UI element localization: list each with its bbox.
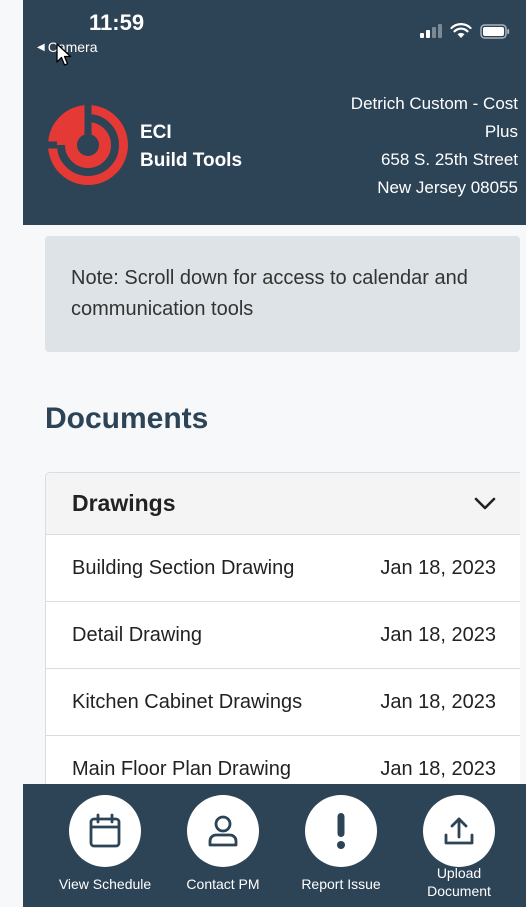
document-row[interactable]: Kitchen Cabinet Drawings Jan 18, 2023 (46, 669, 520, 736)
address-line1: Detrich Custom - Cost (350, 94, 518, 113)
document-date: Jan 18, 2023 (380, 757, 496, 780)
document-name: Building Section Drawing (72, 556, 295, 579)
document-name: Detail Drawing (72, 623, 203, 646)
upload-document-button[interactable]: Upload Document (404, 784, 514, 900)
eci-logo-icon (48, 105, 128, 185)
chevron-down-icon (474, 497, 496, 509)
app-header: 11:59 ◀ Camera ECI Build Tools Detrich C… (23, 0, 526, 225)
person-icon (208, 815, 238, 847)
contact-pm-circle (187, 795, 259, 867)
exclamation-icon (337, 813, 345, 849)
document-name: Kitchen Cabinet Drawings (72, 690, 303, 713)
document-name: Main Floor Plan Drawing (72, 757, 291, 780)
scroll-note: Note: Scroll down for access to calendar… (45, 236, 520, 352)
view-schedule-circle (69, 795, 141, 867)
calendar-icon (89, 813, 121, 848)
address-line4: New Jersey 08055 (377, 178, 518, 197)
report-issue-button[interactable]: Report Issue (286, 784, 396, 893)
app-name-line2: Build Tools (140, 150, 243, 171)
report-issue-label: Report Issue (301, 876, 381, 892)
contact-pm-button[interactable]: Contact PM (168, 784, 278, 893)
upload-document-label: Upload Document (427, 865, 491, 899)
documents-title: Documents (45, 402, 209, 435)
upload-document-circle (423, 795, 495, 867)
upload-icon (444, 817, 474, 845)
project-address: Detrich Custom - Cost Plus 658 S. 25th S… (258, 90, 518, 202)
report-issue-circle (305, 795, 377, 867)
drawings-accordion-header[interactable]: Drawings (46, 473, 520, 535)
address-line3: 658 S. 25th Street (380, 150, 518, 169)
battery-icon (480, 23, 510, 39)
document-date: Jan 18, 2023 (380, 556, 496, 579)
bottom-navigation: View Schedule Contact PM Report Issue Up… (23, 784, 526, 907)
document-date: Jan 18, 2023 (380, 690, 496, 713)
app-name-line1: ECI (140, 122, 172, 143)
app-screen: 11:59 ◀ Camera ECI Build Tools Detrich C… (0, 0, 526, 907)
view-schedule-button[interactable]: View Schedule (50, 784, 160, 893)
wifi-icon (450, 23, 472, 38)
mouse-cursor-icon (56, 43, 72, 66)
cellular-signal-icon (420, 24, 442, 38)
back-triangle-icon: ◀ (37, 41, 45, 53)
status-icons (420, 23, 510, 39)
app-name: ECI Build Tools (140, 119, 242, 175)
document-date: Jan 18, 2023 (380, 623, 496, 646)
view-schedule-label: View Schedule (58, 876, 152, 892)
accordion-title: Drawings (72, 490, 176, 516)
document-row[interactable]: Building Section Drawing Jan 18, 2023 (46, 535, 520, 602)
status-time: 11:59 (89, 10, 145, 35)
drawings-accordion: Drawings Building Section Drawing Jan 18… (45, 472, 520, 792)
contact-pm-label: Contact PM (186, 876, 260, 892)
document-row[interactable]: Detail Drawing Jan 18, 2023 (46, 602, 520, 669)
address-line2: Plus (484, 122, 518, 141)
